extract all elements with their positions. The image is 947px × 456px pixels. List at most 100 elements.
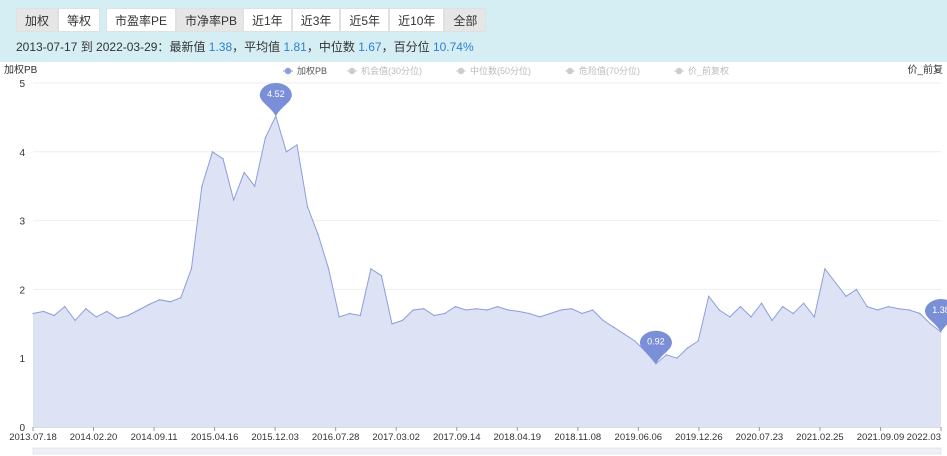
legend-item-0[interactable]: 加权PB [297, 65, 327, 76]
data-point [454, 305, 457, 308]
data-point [739, 305, 742, 308]
x-tick-label: 2017.03.02 [372, 432, 420, 443]
metric-tab-1[interactable]: 市净率PB [176, 8, 247, 32]
x-tick-label: 2015.04.16 [191, 432, 239, 443]
x-tick-label: 2019.06.06 [615, 432, 663, 443]
data-point [211, 151, 214, 153]
latest-label: 最新值 [169, 40, 209, 54]
data-point [232, 199, 235, 201]
data-point [190, 267, 193, 270]
range-tab-4[interactable]: 全部 [444, 8, 487, 32]
metric-tab-0[interactable]: 市盈率PE [106, 8, 177, 32]
data-point [697, 340, 699, 342]
data-point [486, 309, 488, 311]
data-point [570, 307, 573, 310]
legend-item-4[interactable]: 价_前复权 [688, 65, 729, 76]
weight-tab-1[interactable]: 等权 [58, 8, 101, 32]
pin-label: 1.38 [932, 305, 947, 315]
pin-label: 0.92 [647, 337, 665, 347]
range-toggle-group: 近1年 近3年 近5年 近10年 全部 [243, 8, 487, 32]
data-point [602, 319, 604, 322]
pin-label: 4.52 [267, 89, 285, 99]
metric-toggle-group: 市盈率PE 市净率PB [106, 8, 247, 32]
summary-line: 2013-07-17 到 2022-03-29：最新值 1.38，平均值 1.8… [16, 38, 474, 55]
data-point [718, 309, 721, 311]
x-tick-label: 2014.09.11 [131, 432, 178, 443]
data-point [887, 305, 890, 308]
data-point [538, 316, 541, 318]
data-point [612, 326, 615, 329]
x-tick-label: 2016.07.28 [312, 432, 360, 443]
data-point [855, 288, 858, 291]
data-point [42, 310, 45, 313]
x-tick-label: 2013.07.18 [9, 432, 57, 443]
y-tick-label: 2 [19, 285, 25, 296]
data-point [243, 171, 245, 174]
x-tick-label: 2022.03 [907, 432, 941, 443]
control-bar: 加权 等权 市盈率PE 市净率PB 近1年 近3年 近5年 近10年 全部 2013-07-… [0, 0, 947, 62]
mean-label: 平均值 [244, 40, 284, 54]
legend-marker [457, 67, 465, 75]
data-point [507, 309, 509, 311]
data-point [95, 316, 98, 318]
pb-chart[interactable]: 012345加权PB 价_前复加权PB 机会值(30分位) 中位数(50分位) 危险值(… [0, 62, 947, 456]
data-point [137, 309, 140, 311]
data-point [338, 316, 340, 318]
data-point [876, 309, 879, 311]
data-point [591, 309, 594, 311]
data-point [370, 267, 372, 270]
data-point [84, 307, 87, 310]
legend-item-1[interactable]: 机会值(30分位) [361, 65, 422, 76]
data-point [264, 137, 267, 139]
data-point [919, 312, 921, 315]
weight-toggle-group: 加权 等权 [16, 8, 101, 32]
legend-item-2[interactable]: 中位数(50分位) [470, 65, 531, 76]
data-point [348, 312, 351, 315]
x-tick-label: 2015.12.03 [251, 432, 299, 443]
range-tab-2[interactable]: 近5年 [340, 8, 390, 32]
data-point [158, 298, 161, 301]
data-point [781, 305, 784, 308]
data-point [180, 296, 182, 299]
data-point [74, 319, 77, 322]
median-label: 中位数 [318, 40, 359, 54]
weight-tab-0[interactable]: 加权 [16, 8, 59, 32]
range-tab-0[interactable]: 近1年 [243, 8, 292, 32]
data-point [359, 314, 362, 317]
data-point [549, 312, 552, 315]
data-point [517, 310, 520, 313]
legend-marker [675, 67, 683, 75]
median-value: 1.67 [358, 40, 382, 54]
data-point [127, 314, 129, 317]
y-tick-label: 5 [19, 79, 25, 90]
data-point [897, 307, 900, 310]
data-point [306, 206, 309, 208]
data-point [623, 333, 626, 335]
legend-marker [566, 67, 574, 75]
x-tick-label: 2021.02.25 [796, 432, 844, 443]
range-tab-1[interactable]: 近3年 [291, 8, 341, 32]
data-point [296, 144, 298, 146]
data-point [148, 303, 150, 306]
data-point [201, 185, 203, 187]
data-point [729, 316, 731, 318]
data-point [760, 302, 763, 304]
data-point [285, 151, 288, 153]
range-tab-3[interactable]: 近10年 [389, 8, 445, 32]
x-tick-label: 2018.11.08 [554, 432, 601, 443]
legend-item-3[interactable]: 危险值(70分位) [579, 65, 640, 76]
separator: ， [381, 40, 394, 54]
data-point [496, 305, 499, 308]
y-tick-label: 3 [19, 217, 25, 228]
data-point [665, 353, 668, 356]
data-point [676, 357, 678, 360]
data-point [443, 312, 446, 315]
data-point [422, 307, 425, 310]
x-tick-label: 2019.12.26 [675, 432, 723, 443]
data-point [908, 309, 911, 311]
y-tick-label: 4 [19, 148, 25, 159]
zoom-slider[interactable] [32, 447, 942, 455]
percentile-label: 百分位 [393, 40, 433, 54]
legend-marker [284, 67, 292, 75]
mean-value: 1.81 [283, 40, 307, 54]
